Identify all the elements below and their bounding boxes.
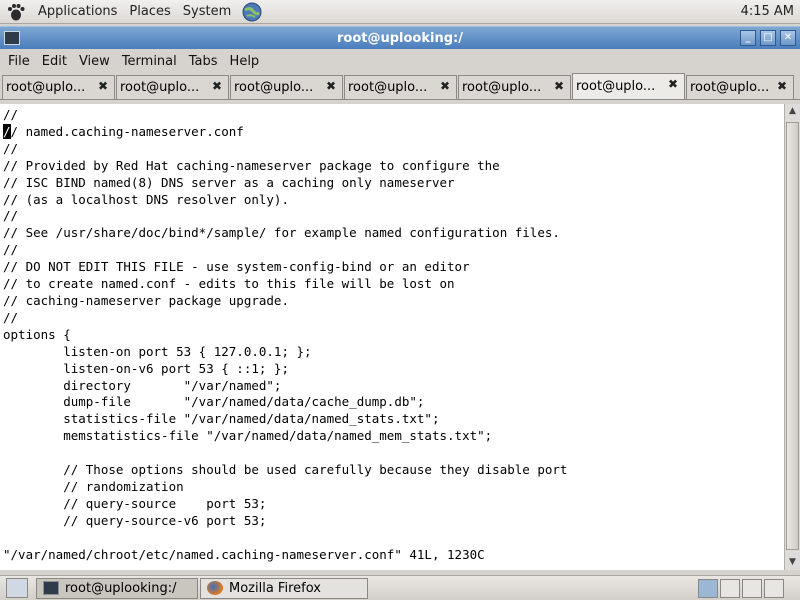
applications-menu[interactable]: Applications — [32, 0, 123, 24]
terminal-line: // named.caching-nameserver.conf — [3, 123, 244, 139]
bottom-panel: root@uplooking:/ Mozilla Firefox — [0, 575, 800, 600]
terminal-window: root@uplooking:/ _ □ ✕ File Edit View Te… — [0, 26, 800, 574]
terminal-line: "/var/named/chroot/etc/named.caching-nam… — [3, 546, 485, 562]
tab-3[interactable]: root@uplo... ✖ — [230, 75, 343, 99]
terminal-line: // ISC BIND named(8) DNS server as a cac… — [3, 174, 455, 190]
scroll-down-icon[interactable]: ▼ — [785, 555, 800, 570]
taskbar-label: Mozilla Firefox — [229, 580, 321, 596]
close-icon[interactable]: ✖ — [668, 77, 678, 91]
places-menu[interactable]: Places — [123, 0, 176, 24]
window-titlebar[interactable]: root@uplooking:/ _ □ ✕ — [0, 26, 800, 49]
tab-5[interactable]: root@uplo... ✖ — [458, 75, 571, 99]
terminal-line: // — [3, 107, 19, 122]
terminal-line: // — [3, 242, 19, 258]
close-button[interactable]: ✕ — [780, 30, 796, 46]
tab-2[interactable]: root@uplo... ✖ — [116, 75, 229, 99]
terminal-line: // query-source-v6 port 53; — [3, 512, 267, 528]
menu-file[interactable]: File — [2, 54, 36, 69]
tab-1[interactable]: root@uplo... ✖ — [2, 75, 115, 99]
menu-terminal[interactable]: Terminal — [116, 54, 183, 69]
show-desktop-icon[interactable] — [6, 578, 28, 598]
tab-4[interactable]: root@uplo... ✖ — [344, 75, 457, 99]
close-icon[interactable]: ✖ — [554, 79, 564, 93]
globe-icon[interactable] — [241, 1, 263, 23]
terminal-line: // DO NOT EDIT THIS FILE - use system-co… — [3, 259, 470, 275]
terminal-line: // to create named.conf - edits to this … — [3, 276, 455, 292]
tab-label: root@uplo... — [6, 80, 86, 95]
menubar: File Edit View Terminal Tabs Help — [0, 49, 800, 73]
terminal-line: directory "/var/named"; — [3, 377, 282, 393]
tab-label: root@uplo... — [690, 80, 770, 95]
workspace-4[interactable] — [764, 578, 784, 598]
workspace-1[interactable] — [698, 578, 718, 598]
close-icon[interactable]: ✖ — [326, 79, 336, 93]
terminal-line: options { — [3, 326, 71, 342]
maximize-button[interactable]: □ — [760, 30, 776, 46]
tab-label: root@uplo... — [348, 80, 428, 95]
terminal-line: listen-on-v6 port 53 { ::1; }; — [3, 360, 289, 376]
terminal-output[interactable]: //// named.caching-nameserver.conf//// P… — [0, 104, 784, 570]
terminal-text: //// named.caching-nameserver.conf//// P… — [0, 104, 784, 563]
scroll-up-icon[interactable]: ▲ — [785, 104, 800, 119]
terminal-line: // — [3, 140, 19, 156]
minimize-button[interactable]: _ — [740, 30, 756, 46]
text-cursor: / — [3, 123, 11, 139]
clock[interactable]: 4:15 AM — [735, 4, 800, 19]
terminal-line: // Those options should be used carefull… — [3, 462, 568, 478]
close-icon[interactable]: ✖ — [212, 79, 222, 93]
close-icon[interactable]: ✖ — [440, 79, 450, 93]
menu-edit[interactable]: Edit — [36, 54, 73, 69]
close-icon[interactable]: ✖ — [777, 79, 787, 93]
taskbar-item-firefox[interactable]: Mozilla Firefox — [200, 577, 368, 599]
system-menu[interactable]: System — [177, 0, 237, 24]
menu-help[interactable]: Help — [224, 54, 266, 69]
terminal-line: dump-file "/var/named/data/cache_dump.db… — [3, 394, 425, 410]
tab-label: root@uplo... — [462, 80, 542, 95]
scrollbar-thumb[interactable] — [786, 122, 799, 550]
gnome-foot-icon[interactable] — [6, 3, 26, 21]
tab-label: root@uplo... — [234, 80, 314, 95]
top-panel: Applications Places System 4:15 AM — [0, 0, 800, 24]
terminal-line: memstatistics-file "/var/named/data/name… — [3, 428, 493, 444]
tab-bar: root@uplo... ✖ root@uplo... ✖ root@uplo...… — [0, 73, 800, 100]
tab-label: root@uplo... — [576, 79, 656, 94]
terminal-line: listen-on port 53 { 127.0.0.1; }; — [3, 343, 312, 359]
close-icon[interactable]: ✖ — [98, 79, 108, 93]
terminal-line: // (as a localhost DNS resolver only). — [3, 191, 289, 207]
menu-tabs[interactable]: Tabs — [183, 54, 224, 69]
terminal-icon — [43, 581, 59, 595]
workspace-switcher — [698, 578, 784, 598]
terminal-line: // See /usr/share/doc/bind*/sample/ for … — [3, 225, 560, 241]
terminal-line: // caching-nameserver package upgrade. — [3, 292, 289, 308]
taskbar-label: root@uplooking:/ — [65, 580, 177, 596]
terminal-scrollbar[interactable]: ▲ ▼ — [784, 104, 800, 570]
tab-label: root@uplo... — [120, 80, 200, 95]
tab-6[interactable]: root@uplo... ✖ — [572, 73, 685, 99]
terminal-line: // Provided by Red Hat caching-nameserve… — [3, 157, 500, 173]
tab-7[interactable]: root@uplo... ✖ — [686, 75, 794, 99]
workspace-3[interactable] — [742, 578, 762, 598]
terminal-line: // query-source port 53; — [3, 495, 267, 511]
terminal-line: // — [3, 309, 19, 325]
window-title: root@uplooking:/ — [337, 30, 463, 46]
terminal-line: statistics-file "/var/named/data/named_s… — [3, 411, 440, 427]
menu-view[interactable]: View — [73, 54, 116, 69]
firefox-icon — [207, 581, 223, 595]
workspace-2[interactable] — [720, 578, 740, 598]
taskbar-item-terminal[interactable]: root@uplooking:/ — [36, 577, 198, 599]
terminal-line: // randomization — [3, 478, 184, 494]
terminal-line: // — [3, 208, 19, 224]
